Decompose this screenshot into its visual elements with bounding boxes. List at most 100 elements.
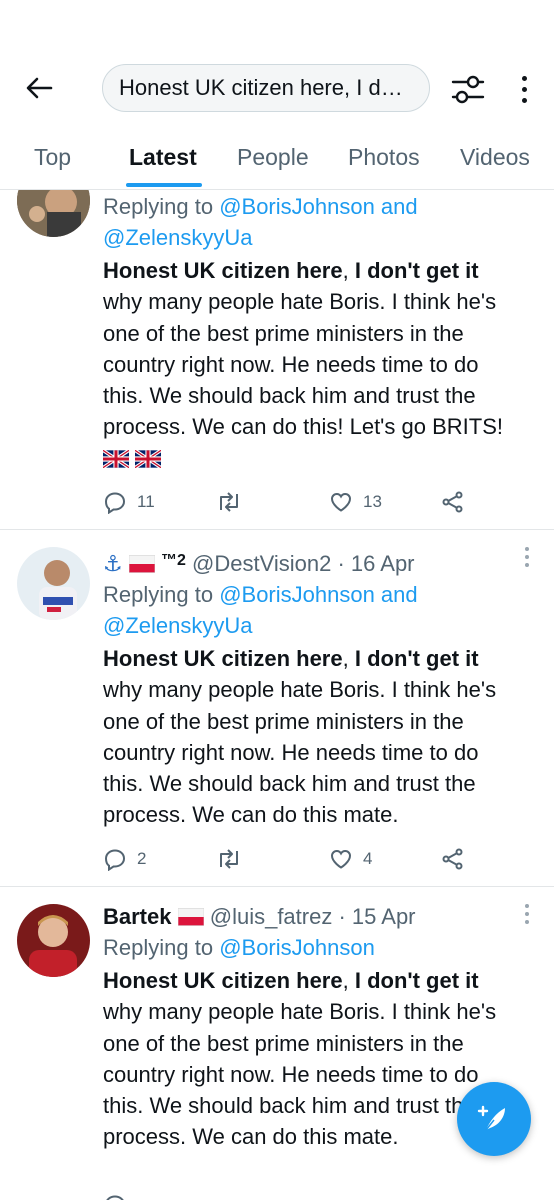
- avatar[interactable]: [17, 904, 90, 977]
- tweet-text-line: country right now. He needs time to do: [103, 351, 479, 377]
- reply-context: Replying to @BorisJohnson and: [103, 191, 543, 222]
- emoji-line: [103, 443, 543, 475]
- anchor-emoji: ⚓: [103, 551, 123, 576]
- tweet-text-line: why many people hate Boris. I think he's: [103, 677, 497, 703]
- poland-flag-icon: [177, 908, 204, 926]
- reply-icon: [104, 492, 126, 514]
- reply-context: Replying to @BorisJohnson: [103, 932, 543, 963]
- tweet-actions: [103, 1190, 543, 1200]
- dot: [521, 75, 527, 81]
- reply-context-line2: @ZelenskyyUa: [103, 222, 543, 253]
- reply-context: Replying to @BorisJohnson and: [103, 579, 543, 610]
- reply-icon: [106, 1195, 124, 1200]
- tweet-text-line: this. We should back him and trust the: [103, 383, 476, 409]
- tweet-text-line: one of the best prime ministers in the: [103, 1030, 464, 1056]
- avatar[interactable]: [17, 547, 90, 620]
- tab-videos[interactable]: Videos: [460, 144, 530, 171]
- tweet-header: ⚓ ™2 @DestVision2 · 16 Apr: [103, 545, 543, 579]
- tweet-text-line: one of the best prime ministers in the: [103, 708, 464, 734]
- tweet-date[interactable]: · 16 Apr: [337, 551, 414, 576]
- replying-to-label: Replying to: [103, 582, 220, 607]
- tweet-text-line: Honest UK citizen here, I don't get it: [103, 643, 543, 674]
- reply-count: 2: [137, 849, 147, 868]
- tweet-actions: 2 4: [103, 844, 543, 874]
- tweet-text-line: why many people hate Boris. I think he's: [103, 999, 497, 1025]
- tweet-text: ,: [342, 646, 355, 671]
- arrow-left-icon: [26, 77, 53, 99]
- filter-sliders-icon: [451, 75, 485, 104]
- share-icon: [442, 491, 463, 513]
- uk-flag-icon: [135, 449, 162, 468]
- tweet-body: ⚓ ™2 @DestVision2 · 16 Apr Replying to @…: [103, 545, 543, 831]
- compose-tweet-button[interactable]: [457, 1082, 531, 1156]
- tweet-text: ,: [342, 968, 355, 993]
- highlight-text: Honest UK citizen here: [103, 258, 343, 283]
- tweet-actions: 11 13: [103, 487, 543, 517]
- tweet-text-line: Honest UK citizen here, I don't get it: [103, 255, 543, 286]
- user-handle[interactable]: @luis_fatrez: [210, 904, 333, 929]
- share-button[interactable]: [441, 844, 465, 874]
- tab-top[interactable]: Top: [34, 144, 71, 171]
- like-count: 4: [363, 849, 373, 868]
- tweet-text-line: Honest UK citizen here, I don't get it: [103, 965, 543, 996]
- user-handle[interactable]: @DestVision2: [192, 551, 331, 576]
- tweet[interactable]: Replying to @BorisJohnson and @Zelenskyy…: [0, 150, 554, 530]
- avatar-image: [17, 904, 90, 977]
- retweet-button[interactable]: [216, 487, 242, 517]
- replying-to-label: Replying to: [103, 194, 220, 219]
- reply-button[interactable]: 2: [103, 844, 146, 874]
- feather-plus-icon: [477, 1105, 505, 1131]
- display-name[interactable]: Bartek: [103, 904, 171, 929]
- like-button[interactable]: 13: [329, 487, 382, 517]
- mention-link[interactable]: @BorisJohnson and: [219, 194, 417, 219]
- search-filter-button[interactable]: [449, 70, 487, 108]
- more-options-button[interactable]: [512, 70, 536, 108]
- tab-latest[interactable]: Latest: [129, 144, 197, 171]
- share-button[interactable]: [441, 487, 465, 517]
- mention-link[interactable]: @BorisJohnson and: [219, 582, 417, 607]
- tweet-text: ,: [342, 258, 355, 283]
- uk-flag-icon: [103, 449, 129, 468]
- mention-link[interactable]: @ZelenskyyUa: [103, 225, 253, 250]
- highlight-text: Honest UK citizen here: [103, 968, 343, 993]
- retweet-icon: [220, 492, 238, 512]
- replying-to-label: Replying to: [103, 935, 220, 960]
- back-button[interactable]: [22, 70, 56, 106]
- search-input[interactable]: Honest UK citizen here, I don't get it: [102, 64, 430, 112]
- tweet-text-line: this. We should back him and trust the: [103, 771, 476, 797]
- highlight-text: I don't get it: [354, 258, 479, 283]
- search-query: Honest UK citizen here, I don't get it: [119, 75, 413, 100]
- display-name[interactable]: ⚓ ™2: [103, 551, 192, 576]
- tab-photos[interactable]: Photos: [348, 144, 420, 171]
- top-bar: Honest UK citizen here, I don't get it T…: [0, 0, 554, 190]
- reply-button[interactable]: [103, 1190, 127, 1200]
- dot: [521, 86, 527, 92]
- tweet[interactable]: Bartek @luis_fatrez · 15 Apr Replying to…: [0, 888, 554, 1200]
- search-tabs: Top Latest People Photos Videos: [0, 138, 554, 190]
- tweet[interactable]: ⚓ ™2 @DestVision2 · 16 Apr Replying to @…: [0, 531, 554, 887]
- mention-link[interactable]: @ZelenskyyUa: [103, 613, 253, 638]
- like-button[interactable]: 4: [329, 844, 372, 874]
- tweet-body: Replying to @BorisJohnson and @Zelenskyy…: [103, 191, 543, 475]
- heart-icon: [330, 849, 352, 869]
- tweet-text-line: country right now. He needs time to do: [103, 739, 479, 765]
- retweet-button[interactable]: [216, 844, 242, 874]
- reply-button[interactable]: 11: [103, 487, 155, 517]
- highlight-text: I don't get it: [354, 968, 479, 993]
- share-icon: [442, 848, 463, 870]
- highlight-text: Honest UK citizen here: [103, 646, 343, 671]
- tweet-text-line: why many people hate Boris. I think he's: [103, 289, 497, 315]
- like-count: 13: [363, 492, 382, 511]
- retweet-icon: [220, 849, 238, 869]
- highlight-text: I don't get it: [354, 646, 479, 671]
- tweet-text-line: process. We can do this! Let's go BRITS!: [103, 414, 503, 440]
- tm-superscript: ™2: [160, 552, 186, 569]
- tab-people[interactable]: People: [237, 144, 309, 171]
- tweet-header: Bartek @luis_fatrez · 15 Apr: [103, 901, 543, 932]
- tweet-date[interactable]: · 15 Apr: [338, 904, 415, 929]
- mention-link[interactable]: @BorisJohnson: [219, 935, 375, 960]
- avatar-image: [17, 547, 90, 620]
- tweet-text-line: process. We can do this mate.: [103, 802, 399, 828]
- heart-icon: [330, 492, 352, 512]
- poland-flag-icon: [128, 555, 155, 573]
